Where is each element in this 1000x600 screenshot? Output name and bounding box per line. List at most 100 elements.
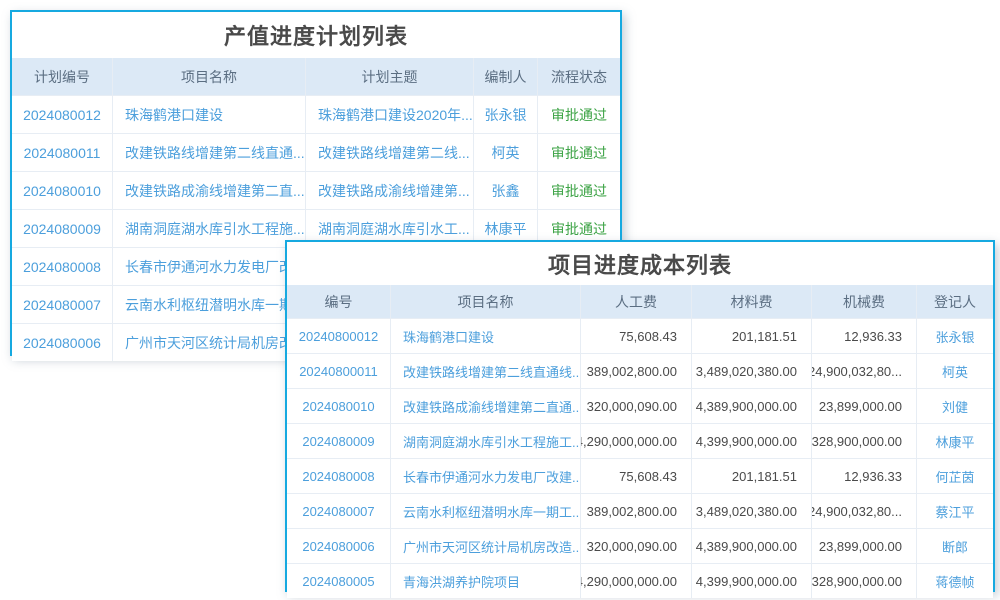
- cost-project-link[interactable]: 长春市伊通河水力发电厂改建...: [390, 459, 580, 493]
- cost-labor-cell: 320,000,090.00: [580, 389, 691, 423]
- cost-project-link[interactable]: 青海洪湖养护院项目: [390, 564, 580, 598]
- plan-status-badge: 审批通过: [537, 96, 620, 133]
- cost-project-link[interactable]: 湖南洞庭湖水库引水工程施工...: [390, 424, 580, 458]
- plan-header-author: 编制人: [473, 58, 537, 95]
- plan-table-row: 2024080010改建铁路成渝线增建第二直...改建铁路成渝线增建第...张鑫…: [12, 171, 620, 209]
- cost-machine-cell: 12,936.33: [811, 459, 916, 493]
- cost-table-body: 20240800012珠海鹤港口建设75,608.43201,181.5112,…: [287, 318, 993, 598]
- cost-id-link[interactable]: 2024080006: [287, 529, 390, 563]
- cost-material-cell: 3,489,020,380.00: [691, 354, 811, 388]
- plan-theme-link[interactable]: 改建铁路成渝线增建第...: [305, 172, 473, 209]
- plan-id-link[interactable]: 2024080012: [12, 96, 112, 133]
- cost-table-row: 20240800012珠海鹤港口建设75,608.43201,181.5112,…: [287, 318, 993, 353]
- cost-id-link[interactable]: 20240800011: [287, 354, 390, 388]
- cost-material-cell: 4,389,900,000.00: [691, 529, 811, 563]
- plan-project-link[interactable]: 湖南洞庭湖水库引水工程施...: [112, 210, 305, 247]
- plan-status-badge: 审批通过: [537, 172, 620, 209]
- plan-project-link[interactable]: 改建铁路成渝线增建第二直...: [112, 172, 305, 209]
- plan-id-link[interactable]: 2024080006: [12, 324, 112, 361]
- plan-project-link[interactable]: 云南水利枢纽潜明水库一期...: [112, 286, 305, 323]
- cost-id-link[interactable]: 2024080010: [287, 389, 390, 423]
- cost-machine-cell: 328,900,000.00: [811, 564, 916, 598]
- cost-id-link[interactable]: 2024080005: [287, 564, 390, 598]
- plan-table-row: 2024080012珠海鹤港口建设珠海鹤港口建设2020年...张永银审批通过: [12, 95, 620, 133]
- cost-table-row: 2024080005青海洪湖养护院项目4,290,000,000.004,399…: [287, 563, 993, 598]
- plan-id-link[interactable]: 2024080008: [12, 248, 112, 285]
- cost-table-row: 20240800011改建铁路线增建第二线直通线...389,002,800.0…: [287, 353, 993, 388]
- cost-material-cell: 3,489,020,380.00: [691, 494, 811, 528]
- cost-labor-cell: 4,290,000,000.00: [580, 564, 691, 598]
- cost-id-link[interactable]: 20240800012: [287, 319, 390, 353]
- cost-registrant-cell: 断郎: [916, 529, 993, 563]
- cost-labor-cell: 389,002,800.00: [580, 354, 691, 388]
- cost-material-cell: 4,399,900,000.00: [691, 564, 811, 598]
- plan-id-link[interactable]: 2024080011: [12, 134, 112, 171]
- plan-id-link[interactable]: 2024080007: [12, 286, 112, 323]
- cost-labor-cell: 75,608.43: [580, 319, 691, 353]
- plan-author-cell: 张永银: [473, 96, 537, 133]
- plan-theme-link[interactable]: 改建铁路线增建第二线...: [305, 134, 473, 171]
- cost-header-labor: 人工费: [580, 285, 691, 318]
- cost-labor-cell: 389,002,800.00: [580, 494, 691, 528]
- cost-id-link[interactable]: 2024080008: [287, 459, 390, 493]
- cost-project-link[interactable]: 改建铁路线增建第二线直通线...: [390, 354, 580, 388]
- cost-registrant-cell: 蔡江平: [916, 494, 993, 528]
- plan-header-id: 计划编号: [12, 58, 112, 95]
- cost-material-cell: 4,399,900,000.00: [691, 424, 811, 458]
- cost-registrant-cell: 刘健: [916, 389, 993, 423]
- cost-machine-cell: 24,900,032,80...: [811, 494, 916, 528]
- cost-table-row: 2024080010改建铁路成渝线增建第二直通...320,000,090.00…: [287, 388, 993, 423]
- plan-project-link[interactable]: 改建铁路线增建第二线直通...: [112, 134, 305, 171]
- cost-project-link[interactable]: 珠海鹤港口建设: [390, 319, 580, 353]
- cost-header-project: 项目名称: [390, 285, 580, 318]
- cost-material-cell: 201,181.51: [691, 319, 811, 353]
- cost-table-row: 2024080008长春市伊通河水力发电厂改建...75,608.43201,1…: [287, 458, 993, 493]
- cost-registrant-cell: 蒋德帧: [916, 564, 993, 598]
- cost-table-row: 2024080007云南水利枢纽潜明水库一期工...389,002,800.00…: [287, 493, 993, 528]
- cost-machine-cell: 12,936.33: [811, 319, 916, 353]
- page: { "colors": { "card_border": "#16a9e0", …: [0, 0, 1000, 600]
- plan-project-link[interactable]: 长春市伊通河水力发电厂改...: [112, 248, 305, 285]
- cost-machine-cell: 23,899,000.00: [811, 389, 916, 423]
- cost-header-material: 材料费: [691, 285, 811, 318]
- plan-id-link[interactable]: 2024080009: [12, 210, 112, 247]
- cost-table-header: 编号 项目名称 人工费 材料费 机械费 登记人: [287, 285, 993, 318]
- cost-header-machine: 机械费: [811, 285, 916, 318]
- cost-project-link[interactable]: 广州市天河区统计局机房改造...: [390, 529, 580, 563]
- cost-registrant-cell: 柯英: [916, 354, 993, 388]
- cost-machine-cell: 23,899,000.00: [811, 529, 916, 563]
- cost-header-id: 编号: [287, 285, 390, 318]
- plan-header-theme: 计划主题: [305, 58, 473, 95]
- plan-header-project: 项目名称: [112, 58, 305, 95]
- cost-table-row: 2024080009湖南洞庭湖水库引水工程施工...4,290,000,000.…: [287, 423, 993, 458]
- plan-id-link[interactable]: 2024080010: [12, 172, 112, 209]
- plan-list-title: 产值进度计划列表: [12, 12, 620, 58]
- plan-header-status: 流程状态: [537, 58, 620, 95]
- cost-machine-cell: 24,900,032,80...: [811, 354, 916, 388]
- plan-table-header: 计划编号 项目名称 计划主题 编制人 流程状态: [12, 58, 620, 95]
- cost-material-cell: 201,181.51: [691, 459, 811, 493]
- plan-author-cell: 张鑫: [473, 172, 537, 209]
- cost-labor-cell: 75,608.43: [580, 459, 691, 493]
- plan-status-badge: 审批通过: [537, 134, 620, 171]
- cost-id-link[interactable]: 2024080007: [287, 494, 390, 528]
- cost-project-link[interactable]: 改建铁路成渝线增建第二直通...: [390, 389, 580, 423]
- cost-registrant-cell: 林康平: [916, 424, 993, 458]
- cost-labor-cell: 320,000,090.00: [580, 529, 691, 563]
- cost-machine-cell: 328,900,000.00: [811, 424, 916, 458]
- cost-header-registrant: 登记人: [916, 285, 993, 318]
- cost-id-link[interactable]: 2024080009: [287, 424, 390, 458]
- cost-material-cell: 4,389,900,000.00: [691, 389, 811, 423]
- cost-registrant-cell: 何芷茵: [916, 459, 993, 493]
- cost-project-link[interactable]: 云南水利枢纽潜明水库一期工...: [390, 494, 580, 528]
- plan-project-link[interactable]: 广州市天河区统计局机房改...: [112, 324, 305, 361]
- plan-project-link[interactable]: 珠海鹤港口建设: [112, 96, 305, 133]
- cost-list-window: 项目进度成本列表 编号 项目名称 人工费 材料费 机械费 登记人 2024080…: [285, 240, 995, 592]
- plan-theme-link[interactable]: 珠海鹤港口建设2020年...: [305, 96, 473, 133]
- plan-table-row: 2024080011改建铁路线增建第二线直通...改建铁路线增建第二线...柯英…: [12, 133, 620, 171]
- plan-author-cell: 柯英: [473, 134, 537, 171]
- cost-list-title: 项目进度成本列表: [287, 242, 993, 285]
- cost-table-row: 2024080006广州市天河区统计局机房改造...320,000,090.00…: [287, 528, 993, 563]
- cost-labor-cell: 4,290,000,000.00: [580, 424, 691, 458]
- cost-registrant-cell: 张永银: [916, 319, 993, 353]
